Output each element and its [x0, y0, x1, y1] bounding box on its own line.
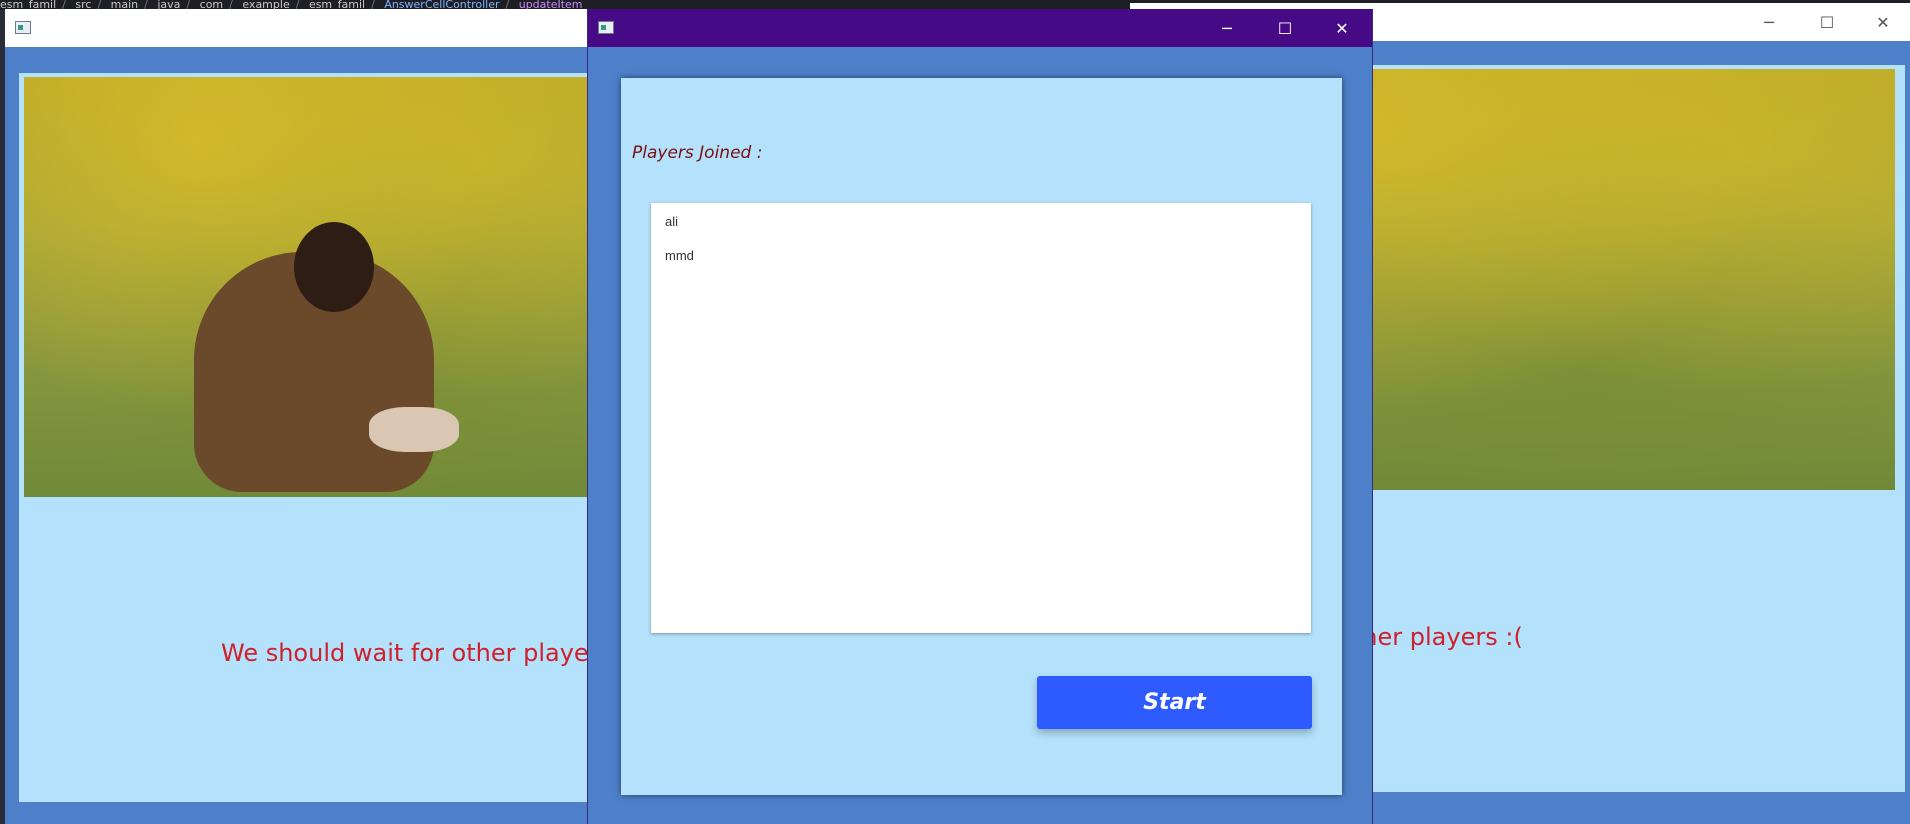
lobby-window: ─ ☐ ✕ Players Joined : ali mmd Start	[587, 9, 1373, 824]
lobby-window-titlebar[interactable]: ─ ☐ ✕	[588, 9, 1372, 47]
waiting-status-text: We should wait for other players	[221, 639, 612, 667]
sitting-man-head	[294, 222, 374, 312]
minimize-button[interactable]: ─	[1740, 3, 1798, 41]
lobby-card: Players Joined : ali mmd Start	[621, 78, 1342, 795]
left-game-window: We should wait for other players	[5, 9, 611, 824]
close-button[interactable]: ✕	[1313, 9, 1371, 47]
sitting-man-hands	[369, 407, 459, 452]
players-joined-label: Players Joined :	[632, 143, 763, 163]
start-button[interactable]: Start	[1037, 676, 1312, 729]
left-waiting-panel: We should wait for other players	[19, 73, 611, 802]
player-list-item[interactable]: mmd	[651, 245, 1311, 279]
minimize-button[interactable]: ─	[1198, 9, 1256, 47]
app-window-icon	[598, 21, 614, 34]
left-window-titlebar[interactable]	[5, 9, 595, 47]
maximize-button[interactable]: ☐	[1256, 9, 1314, 47]
player-list-item[interactable]: ali	[651, 211, 1311, 245]
maximize-button[interactable]: ☐	[1798, 3, 1856, 41]
app-window-icon	[15, 21, 31, 34]
close-button[interactable]: ✕	[1854, 3, 1910, 41]
waiting-meadow-image	[24, 77, 599, 497]
players-list[interactable]: ali mmd	[651, 203, 1311, 633]
